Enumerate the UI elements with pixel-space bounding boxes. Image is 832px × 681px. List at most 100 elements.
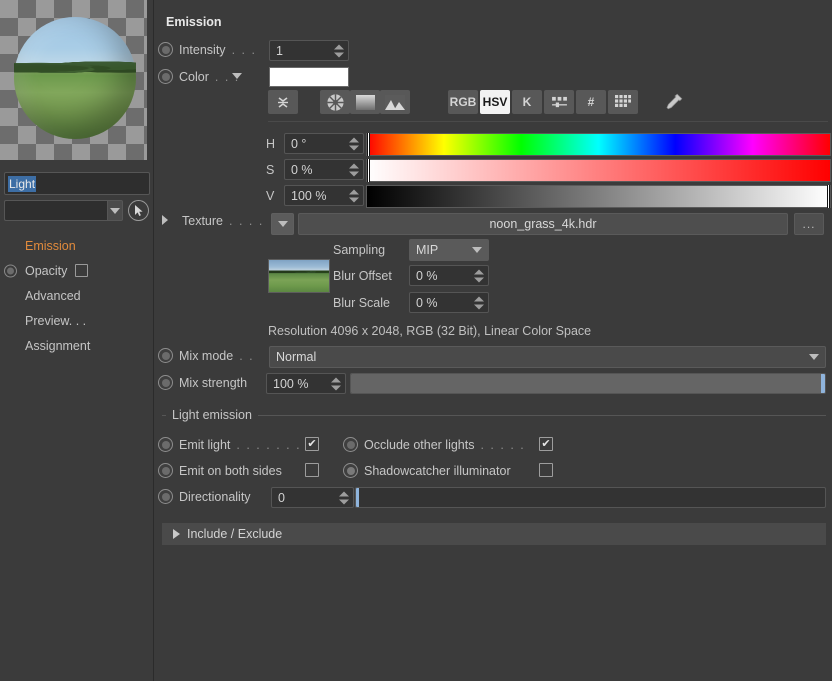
material-name-input[interactable]: Light [4, 172, 150, 195]
saturation-slider[interactable] [366, 159, 831, 182]
sampling-select[interactable]: MIP [409, 239, 489, 261]
mix-mode-label: Mix mode [179, 348, 234, 363]
mix-strength-slider[interactable] [350, 373, 826, 394]
hue-slider[interactable] [366, 133, 831, 156]
blur-scale-stepper[interactable] [474, 296, 484, 309]
sampling-value: MIP [416, 243, 439, 257]
hue-slider-handle[interactable] [367, 133, 370, 156]
color-swatch[interactable] [269, 67, 349, 87]
texture-file-field[interactable]: noon_grass_4k.hdr [298, 213, 788, 235]
mode-kelvin-button[interactable]: K [512, 90, 542, 114]
light-emission-group-header: Light emission [162, 408, 826, 422]
mix-strength-radio[interactable] [158, 375, 173, 390]
image-icon[interactable] [380, 90, 410, 114]
blur-offset-value: 0 % [416, 268, 438, 283]
sampling-label: Sampling [333, 243, 386, 257]
directionality-slider-handle[interactable] [356, 488, 359, 507]
mode-hex-label: # [587, 95, 595, 109]
chevron-down-icon[interactable] [106, 200, 124, 221]
directionality-radio[interactable] [158, 489, 173, 504]
value-value: 100 % [291, 188, 327, 203]
material-layer-combo[interactable] [4, 200, 107, 221]
directionality-input[interactable]: 0 [271, 487, 354, 508]
emit-on-both-sides-radio[interactable] [158, 463, 173, 478]
shadowcatcher-illuminator-radio[interactable] [343, 463, 358, 478]
preview-treeline [14, 60, 136, 74]
include-exclude-section[interactable]: Include / Exclude [162, 523, 826, 545]
gradient-icon[interactable] [350, 90, 380, 114]
mix-strength-row: Mix strength [158, 375, 247, 390]
collapse-icon[interactable] [268, 90, 298, 114]
value-stepper[interactable] [349, 189, 359, 202]
material-name-value: Light [8, 175, 37, 192]
shadowcatcher-illuminator-row: Shadowcatcher illuminator [343, 463, 511, 478]
mix-mode-row: Mix mode . . [158, 348, 254, 363]
hue-stepper[interactable] [349, 137, 359, 150]
mode-hsv-button[interactable]: HSV [480, 90, 510, 114]
blur-offset-input[interactable]: 0 % [409, 265, 489, 286]
sidebar-item-assignment[interactable]: Assignment [4, 333, 153, 358]
saturation-slider-handle[interactable] [367, 159, 370, 182]
intensity-stepper[interactable] [334, 44, 344, 57]
mode-rgb-button[interactable]: RGB [448, 90, 478, 114]
texture-thumbnail[interactable] [268, 259, 330, 293]
texture-dots: . . . . [229, 214, 264, 228]
sidebar-item-label: Advanced [25, 288, 81, 303]
emit-on-both-sides-label: Emit on both sides [179, 463, 282, 478]
mix-mode-radio[interactable] [158, 348, 173, 363]
pick-object-button[interactable] [128, 200, 149, 221]
material-preview[interactable] [0, 0, 147, 160]
mix-strength-stepper[interactable] [331, 377, 341, 390]
shadowcatcher-illuminator-label: Shadowcatcher illuminator [364, 463, 511, 478]
include-exclude-label: Include / Exclude [187, 527, 283, 541]
intensity-input[interactable]: 1 [269, 40, 349, 61]
value-row: V 100 % [266, 185, 364, 206]
eyedropper-icon[interactable] [660, 90, 688, 114]
occlude-other-lights-radio[interactable] [343, 437, 358, 452]
sidebar-item-preview[interactable]: Preview. . . [4, 308, 153, 333]
mix-strength-input[interactable]: 100 % [266, 373, 346, 394]
mode-swatches-icon[interactable] [608, 90, 638, 114]
texture-browse-button[interactable]: ... [794, 213, 824, 235]
shadowcatcher-illuminator-checkbox[interactable] [539, 463, 553, 477]
emit-on-both-sides-checkbox[interactable] [305, 463, 319, 477]
texture-type-chevron-down-icon[interactable] [271, 213, 294, 235]
emit-light-checkbox[interactable] [305, 437, 319, 451]
hue-input[interactable]: 0 ° [284, 133, 364, 154]
emit-light-radio[interactable] [158, 437, 173, 452]
occlude-other-lights-checkbox[interactable] [539, 437, 553, 451]
mix-mode-chevron-down-icon [809, 354, 819, 360]
blur-offset-stepper[interactable] [474, 269, 484, 282]
colorwheel-icon[interactable] [320, 90, 350, 114]
sidebar-item-label: Preview. . . [25, 313, 87, 328]
saturation-channel-label: S [266, 162, 275, 177]
mix-mode-select[interactable]: Normal [269, 346, 826, 368]
color-expand-chevron-down-icon[interactable] [232, 73, 242, 79]
value-input[interactable]: 100 % [284, 185, 364, 206]
blur-scale-input[interactable]: 0 % [409, 292, 489, 313]
value-slider[interactable] [366, 185, 831, 208]
texture-browse-label: ... [802, 217, 816, 231]
occlude-other-lights-dots: . . . . . [480, 437, 526, 452]
mix-strength-slider-handle[interactable] [821, 374, 825, 393]
mode-hex-button[interactable]: # [576, 90, 606, 114]
sidebar-item-label: Opacity [25, 263, 68, 278]
sidebar-item-emission[interactable]: Emission [4, 233, 153, 258]
blur-offset-label: Blur Offset [333, 269, 392, 283]
mode-sliders-icon[interactable] [544, 90, 574, 114]
color-row: Color . . . [158, 69, 240, 84]
emission-settings-panel: Emission Intensity . . . 1 Color . . . R… [154, 0, 832, 681]
color-radio[interactable] [158, 69, 173, 84]
sidebar-item-advanced[interactable]: Advanced [4, 283, 153, 308]
opacity-radio[interactable] [4, 264, 17, 277]
saturation-stepper[interactable] [349, 163, 359, 176]
value-slider-handle[interactable] [827, 185, 830, 208]
opacity-checkbox[interactable] [75, 264, 89, 277]
sidebar-item-opacity[interactable]: Opacity [4, 258, 153, 283]
saturation-input[interactable]: 0 % [284, 159, 364, 180]
texture-expand-chevron-right-icon[interactable] [162, 214, 168, 228]
intensity-radio[interactable] [158, 42, 173, 57]
hue-value: 0 ° [291, 136, 307, 151]
directionality-slider[interactable] [355, 487, 826, 508]
directionality-stepper[interactable] [339, 491, 349, 504]
